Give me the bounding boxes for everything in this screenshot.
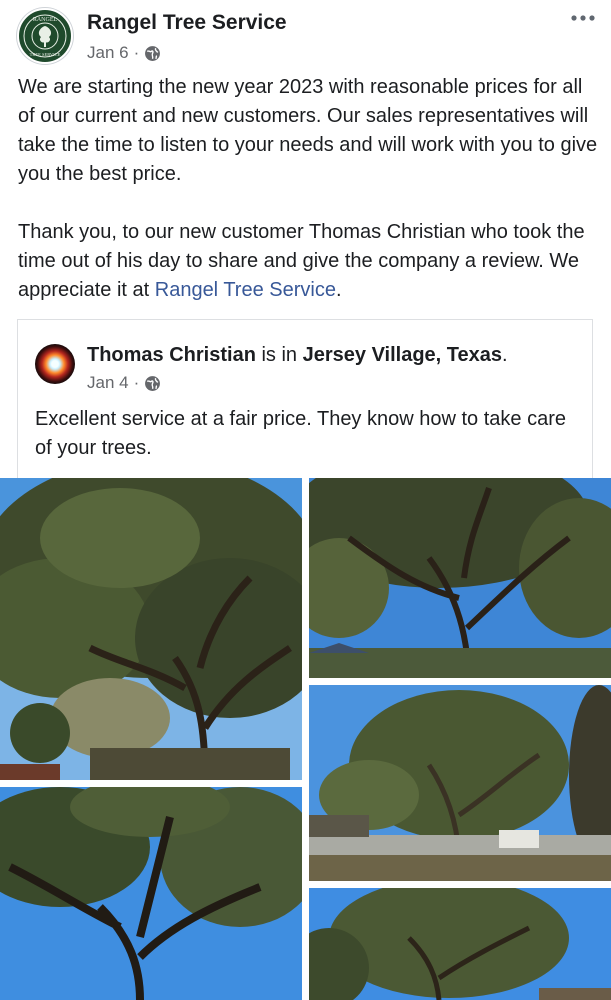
shared-location-link[interactable]: Jersey Village, Texas [303, 344, 502, 366]
page-name-link[interactable]: Rangel Tree Service [87, 11, 287, 35]
rangel-logo-icon: RANGEL TREE SERVICE [21, 12, 69, 60]
shared-post-title: Thomas Christian is in Jersey Village, T… [87, 344, 508, 367]
post-date[interactable]: Jan 6 [87, 43, 129, 63]
tree-photo-4-image [0, 787, 302, 1000]
shared-meta-separator: · [133, 373, 140, 392]
shared-post-date[interactable]: Jan 4 [87, 373, 129, 393]
post-meta: Jan 6 · [87, 43, 161, 63]
tree-photo-3-image [309, 685, 611, 881]
post-header: RANGEL TREE SERVICE Rangel Tree Service … [0, 0, 611, 70]
shared-location-end: . [502, 344, 508, 366]
more-options-icon[interactable] [569, 8, 597, 28]
post-paragraph-2-end: . [335, 279, 342, 301]
logo-text-top: RANGEL [33, 17, 58, 23]
tree-photo-2[interactable] [309, 478, 611, 678]
tree-photo-1[interactable] [0, 478, 302, 780]
post-paragraph-1: We are starting the new year 2023 with r… [18, 76, 598, 185]
shared-author-link[interactable]: Thomas Christian [87, 344, 256, 366]
post-body: We are starting the new year 2023 with r… [18, 73, 603, 305]
shared-connector: is in [255, 344, 303, 366]
tree-photo-2-image [309, 478, 611, 678]
tree-photo-3[interactable] [309, 685, 611, 881]
logo-text-bottom: TREE SERVICE [30, 52, 61, 57]
shared-post-meta: Jan 4 · [87, 373, 161, 393]
tree-photo-4[interactable] [0, 787, 302, 1000]
globe-icon [145, 375, 161, 391]
post-paragraph-2: Thank you, to our new customer Thomas Ch… [18, 218, 603, 305]
globe-icon [145, 45, 161, 61]
shared-post-text: Excellent service at a fair price. They … [35, 408, 566, 459]
tree-photo-1-image [0, 478, 302, 780]
page-avatar[interactable]: RANGEL TREE SERVICE [17, 8, 73, 64]
shared-post-card[interactable]: Thomas Christian is in Jersey Village, T… [17, 319, 593, 481]
photo-grid [0, 478, 611, 1000]
page-mention-link[interactable]: Rangel Tree Service [155, 279, 336, 301]
tree-photo-5-image [309, 888, 611, 1000]
shared-author-avatar[interactable] [35, 344, 75, 384]
meta-separator: · [133, 43, 140, 62]
tree-photo-5[interactable] [309, 888, 611, 1000]
